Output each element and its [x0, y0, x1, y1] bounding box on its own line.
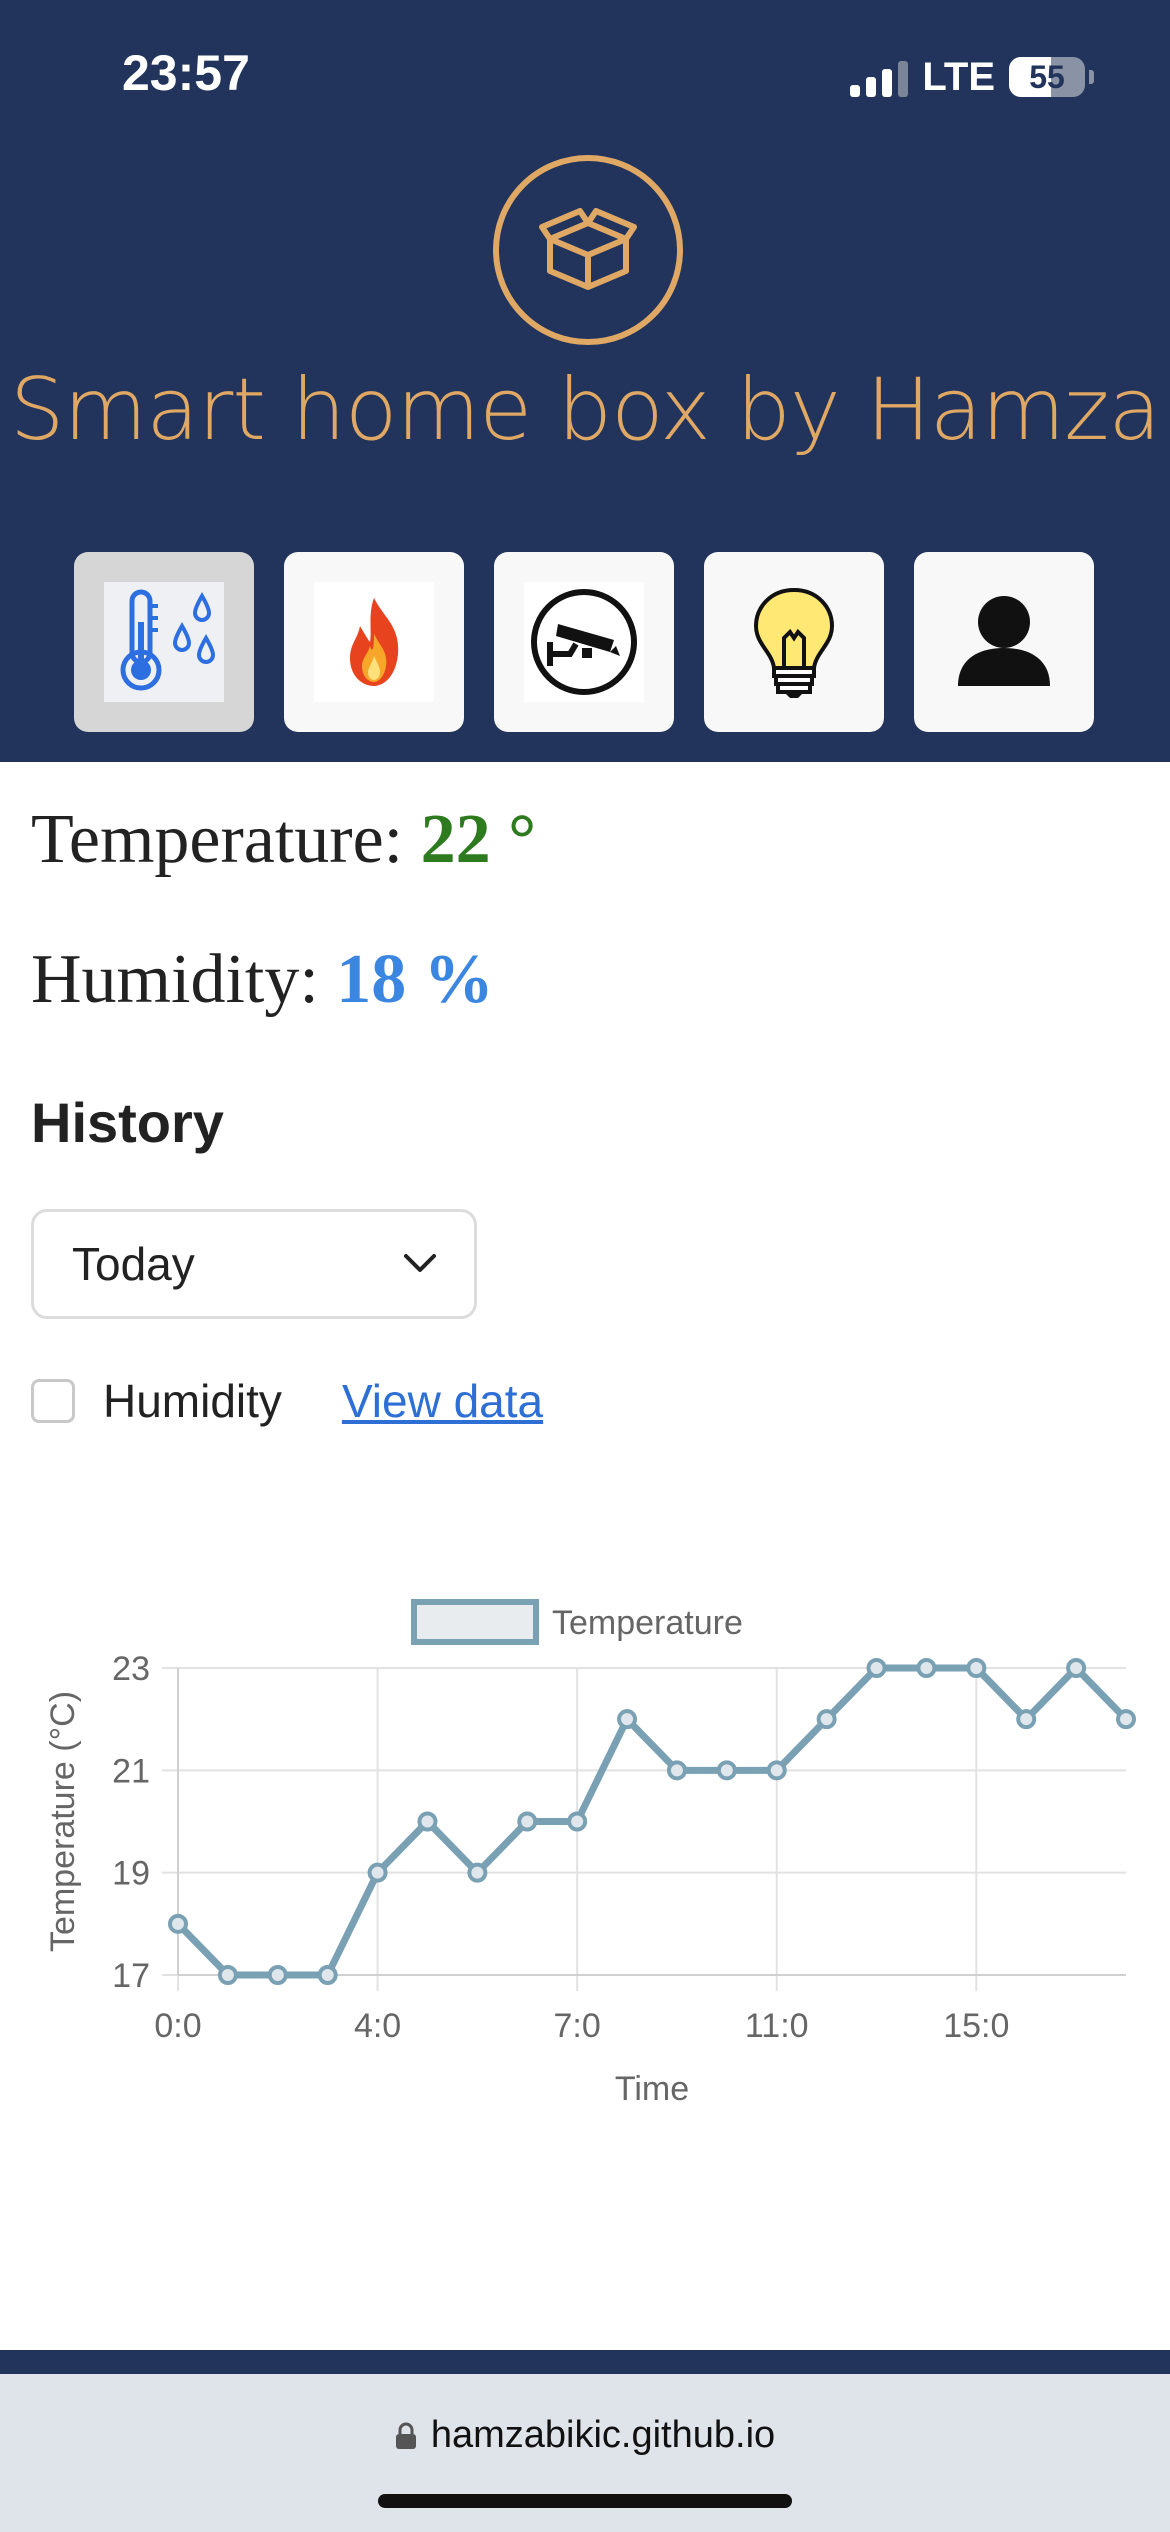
history-heading: History — [31, 1091, 224, 1154]
box-logo-icon — [493, 155, 683, 345]
humidity-checkbox-label[interactable]: Humidity — [103, 1374, 282, 1428]
temperature-series-line — [175, 1664, 1129, 1979]
data-point — [417, 1811, 438, 1832]
data-point — [517, 1811, 538, 1832]
status-indicators: LTE 55 — [850, 52, 1094, 102]
temperature-value: 22 ° — [420, 801, 537, 878]
data-point — [367, 1862, 388, 1883]
humidity-reading: Humidity: 18 % — [31, 940, 494, 1020]
data-point — [966, 1658, 987, 1678]
signal-icon — [850, 57, 909, 97]
y-tick-label: 21 — [112, 1752, 150, 1790]
url-text: hamzabikic.github.io — [430, 2414, 776, 2456]
data-point — [766, 1760, 787, 1781]
y-tick-label: 19 — [112, 1855, 150, 1893]
app-header: 23:57 LTE 55 Smart home box by Hamza — [0, 0, 1170, 762]
home-indicator[interactable] — [378, 2494, 792, 2508]
security-camera-icon — [524, 582, 644, 702]
nav-light-button[interactable] — [704, 552, 884, 732]
data-point — [866, 1658, 887, 1678]
range-select[interactable]: Today — [31, 1209, 477, 1319]
temperature-chart: 17 19 21 23 0:0 4:0 7:0 11:0 15:0 Time Temperature… — [44, 1599, 1136, 2108]
humidity-checkbox[interactable] — [31, 1379, 75, 1423]
data-point — [716, 1760, 737, 1781]
view-data-link[interactable]: View data — [342, 1374, 543, 1428]
temperature-reading: Temperature: 22 ° — [31, 800, 536, 880]
legend-swatch — [411, 1599, 539, 1645]
humidity-label: Humidity: — [31, 941, 319, 1018]
x-tick-label: 7:0 — [554, 2007, 601, 2045]
browser-address-bar[interactable]: hamzabikic.github.io — [0, 2374, 1170, 2532]
humidity-toggle-row: Humidity View data — [31, 1374, 543, 1428]
chevron-down-icon — [404, 1254, 436, 1272]
y-tick-label: 17 — [112, 1957, 150, 1995]
nav-climate-button[interactable] — [74, 552, 254, 732]
nav-camera-button[interactable] — [494, 552, 674, 732]
data-point — [1066, 1658, 1087, 1678]
data-point — [317, 1965, 338, 1985]
url-display[interactable]: hamzabikic.github.io — [0, 2414, 1170, 2457]
y-tick-label: 23 — [112, 1650, 150, 1688]
temperature-label: Temperature: — [31, 801, 404, 878]
page-footer — [0, 2350, 1170, 2374]
battery-icon: 55 — [1009, 57, 1085, 97]
x-tick-label: 4:0 — [354, 2007, 401, 2045]
data-point — [267, 1965, 288, 1985]
data-point — [217, 1965, 238, 1985]
thermometer-drops-icon — [104, 582, 224, 702]
range-select-value: Today — [72, 1238, 195, 1290]
light-bulb-icon — [753, 587, 835, 698]
legend-label: Temperature — [552, 1604, 743, 1642]
lock-icon — [395, 2422, 416, 2449]
data-point — [467, 1862, 488, 1883]
site-title: Smart home box by Hamza — [9, 360, 1161, 460]
nav-user-button[interactable] — [914, 552, 1094, 732]
data-point — [617, 1709, 638, 1730]
user-icon — [958, 596, 1050, 686]
status-time: 23:57 — [122, 45, 250, 101]
nav-bar — [74, 552, 1094, 732]
y-axis-label: Temperature (°C) — [44, 1691, 82, 1952]
network-label: LTE — [922, 54, 995, 99]
x-tick-label: 15:0 — [943, 2007, 1009, 2045]
humidity-value: 18 % — [336, 941, 494, 1018]
data-point — [916, 1658, 937, 1678]
battery-level: 55 — [1029, 58, 1065, 95]
data-point — [816, 1709, 837, 1730]
data-point — [1016, 1709, 1037, 1730]
fire-icon — [314, 582, 434, 702]
data-point — [567, 1811, 588, 1832]
x-axis-label: Time — [615, 2070, 689, 2108]
data-point — [666, 1760, 687, 1781]
data-point — [1116, 1709, 1136, 1730]
x-tick-label: 0:0 — [154, 2007, 201, 2045]
x-tick-label: 11:0 — [745, 2007, 809, 2045]
nav-fire-button[interactable] — [284, 552, 464, 732]
data-point — [168, 1913, 188, 1934]
